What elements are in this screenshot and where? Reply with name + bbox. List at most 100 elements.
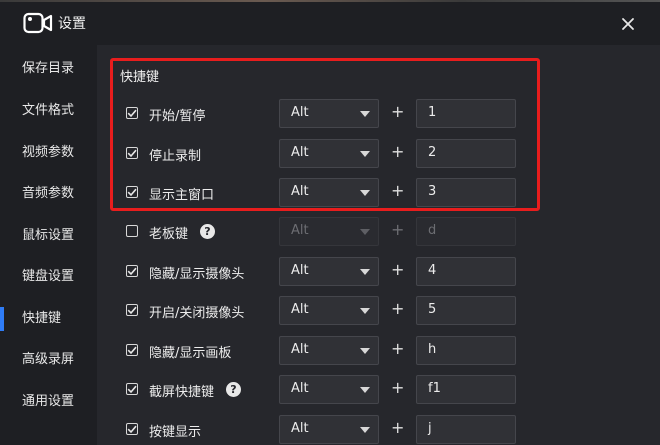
sidebar-item[interactable]: 视频参数 (0, 132, 97, 174)
modifier-value: Alt (291, 302, 309, 317)
key-input[interactable]: 5 (416, 296, 516, 325)
key-input[interactable]: h (416, 336, 516, 365)
help-icon[interactable]: ? (226, 382, 241, 397)
key-input[interactable]: d (416, 217, 516, 246)
sidebar-item[interactable]: 鼠标设置 (0, 215, 97, 257)
modifier-select[interactable]: Alt (279, 336, 379, 365)
plus-sign: + (391, 142, 405, 161)
check-icon (127, 346, 137, 355)
shortcut-row: 开始/暂停 Alt +1 (97, 99, 660, 129)
shortcut-label: 隐藏/显示摄像头 (149, 267, 245, 282)
chevron-down-icon (360, 308, 370, 314)
sidebar-item-label: 键盘设置 (22, 269, 75, 284)
sidebar-item-label: 通用设置 (22, 394, 75, 409)
plus-sign: + (391, 378, 405, 397)
shortcut-label: 开始/暂停 (149, 109, 206, 124)
shortcut-checkbox[interactable] (126, 304, 138, 316)
key-input[interactable]: 1 (416, 99, 516, 128)
key-value: f1 (428, 381, 441, 396)
key-input[interactable]: 3 (416, 178, 516, 207)
shortcut-row: 老板键? Alt + d (97, 217, 660, 247)
plus-sign: + (391, 260, 405, 279)
modifier-select[interactable]: Alt (279, 375, 379, 404)
close-icon[interactable] (616, 12, 640, 36)
sidebar-item[interactable]: 键盘设置 (0, 256, 97, 298)
modifier-value: Alt (291, 421, 309, 436)
plus-sign: + (391, 418, 405, 437)
shortcut-label: 显示主窗口 (149, 188, 215, 203)
sidebar-item-label: 音频参数 (22, 186, 75, 201)
shortcut-checkbox[interactable] (126, 265, 138, 277)
shortcut-checkbox[interactable] (126, 383, 138, 395)
shortcut-label: 开启/关闭摄像头 (149, 306, 245, 321)
check-icon (127, 188, 137, 197)
shortcut-row: 截屏快捷键? Alt + f1 (97, 375, 660, 405)
modifier-select[interactable]: Alt (279, 415, 379, 444)
shortcut-label: 隐藏/显示画板 (149, 346, 232, 361)
key-value: j (428, 421, 432, 436)
shortcut-checkbox[interactable] (126, 225, 138, 237)
modifier-select[interactable]: Alt (279, 257, 379, 286)
title-bar: 设置 (0, 0, 660, 45)
key-value: 2 (428, 145, 437, 160)
check-icon (127, 109, 137, 118)
sidebar-item-label: 鼠标设置 (22, 228, 75, 243)
chevron-down-icon (360, 111, 370, 117)
shortcut-checkbox[interactable] (126, 344, 138, 356)
sidebar-item[interactable]: 保存目录 (0, 48, 97, 90)
plus-sign: + (391, 102, 405, 121)
shortcut-checkbox[interactable] (126, 186, 138, 198)
sidebar-item-label: 文件格式 (22, 103, 75, 118)
key-value: h (428, 342, 437, 357)
top-strip (0, 0, 660, 2)
key-input[interactable]: 4 (416, 257, 516, 286)
shortcut-row: 开启/关闭摄像头 Alt +5 (97, 296, 660, 326)
sidebar-item[interactable]: 文件格式 (0, 90, 97, 132)
active-indicator (0, 307, 4, 331)
key-value: 4 (428, 263, 437, 278)
check-icon (127, 385, 137, 394)
chevron-down-icon (360, 190, 370, 196)
chevron-down-icon (360, 348, 370, 354)
modifier-select[interactable]: Alt (279, 99, 379, 128)
shortcut-row: 停止录制 Alt +2 (97, 139, 660, 169)
modifier-value: Alt (291, 184, 309, 199)
section-title: 快捷键 (120, 70, 160, 85)
modifier-value: Alt (291, 342, 309, 357)
shortcut-checkbox[interactable] (126, 147, 138, 159)
plus-sign: + (391, 220, 405, 239)
sidebar-item[interactable]: 快捷键 (0, 298, 97, 340)
shortcut-row: 隐藏/显示摄像头 Alt +4 (97, 257, 660, 287)
modifier-value: Alt (291, 223, 309, 238)
sidebar: 保存目录文件格式视频参数音频参数鼠标设置键盘设置快捷键高级录屏通用设置 (0, 45, 97, 445)
sidebar-item-label: 保存目录 (22, 61, 75, 76)
key-value: d (428, 223, 437, 238)
sidebar-item[interactable]: 高级录屏 (0, 339, 97, 381)
key-input[interactable]: f1 (416, 375, 516, 404)
modifier-select[interactable]: Alt (279, 217, 379, 246)
shortcut-label: 截屏快捷键 (149, 385, 215, 400)
key-input[interactable]: 2 (416, 139, 516, 168)
shortcut-row: 显示主窗口 Alt +3 (97, 178, 660, 208)
shortcut-row: 隐藏/显示画板 Alt + h (97, 336, 660, 366)
key-input[interactable]: j (416, 415, 516, 444)
sidebar-item[interactable]: 音频参数 (0, 173, 97, 215)
key-value: 3 (428, 184, 437, 199)
plus-sign: + (391, 339, 405, 358)
shortcut-checkbox[interactable] (126, 423, 138, 435)
modifier-select[interactable]: Alt (279, 139, 379, 168)
window-title: 设置 (58, 16, 86, 32)
sidebar-item[interactable]: 通用设置 (0, 381, 97, 423)
chevron-down-icon (360, 269, 370, 275)
modifier-value: Alt (291, 105, 309, 120)
modifier-value: Alt (291, 145, 309, 160)
chevron-down-icon (360, 229, 370, 235)
camera-icon (23, 12, 53, 34)
check-icon (127, 267, 137, 276)
modifier-select[interactable]: Alt (279, 178, 379, 207)
sidebar-item-label: 高级录屏 (22, 352, 75, 367)
shortcut-checkbox[interactable] (126, 107, 138, 119)
check-icon (127, 149, 137, 158)
help-icon[interactable]: ? (200, 224, 215, 239)
modifier-select[interactable]: Alt (279, 296, 379, 325)
